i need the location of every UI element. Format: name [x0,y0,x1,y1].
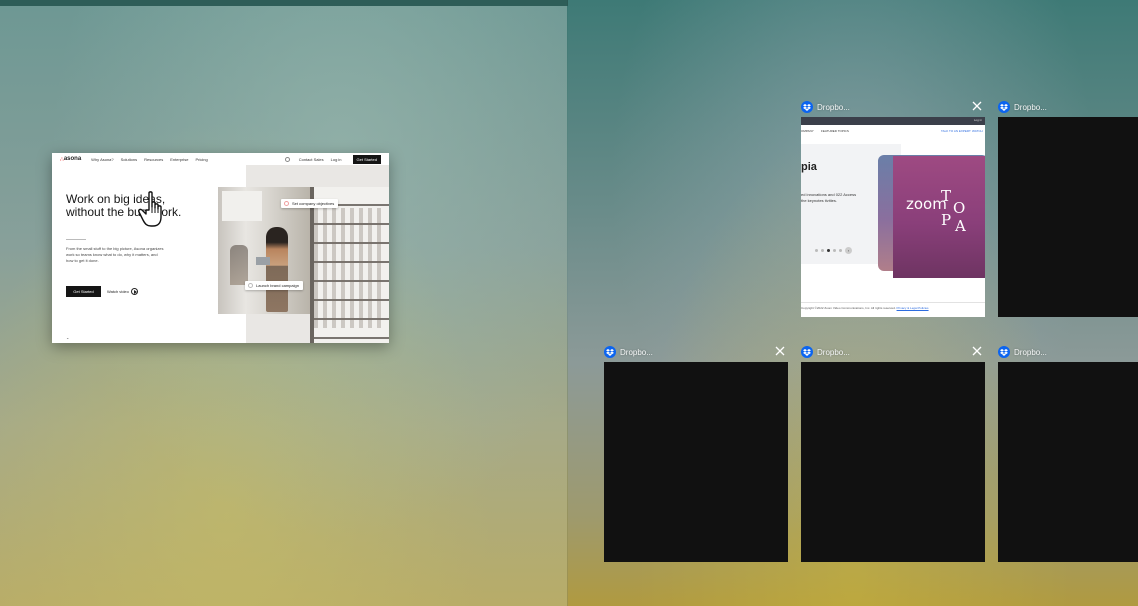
asona-logo-icon: ∴ [60,156,64,163]
zoom-nav-company[interactable]: OMPANY [801,129,814,133]
headline-rule [66,239,86,240]
window-header: Dropbo... [998,99,1138,115]
zoom-footer-divider [801,302,985,303]
carousel-dot[interactable] [839,249,842,252]
close-icon[interactable] [971,345,983,357]
get-started-button[interactable]: Get Started [66,286,101,297]
carousel-dot-active[interactable] [827,249,830,252]
window-title: Dropbo... [620,347,653,357]
shelf-items [314,208,384,328]
campaign-tag: Launch brand campaign [245,281,303,290]
watch-video-link[interactable]: Watch video [107,288,138,295]
dropbox-icon [801,101,813,113]
window-header: Dropbo... [998,344,1138,360]
window-title: Dropbo... [817,347,850,357]
dropbox-icon [998,101,1010,113]
photo-window [222,191,262,221]
carousel-dot[interactable] [833,249,836,252]
zoom-page-preview[interactable]: Log in OMPANY FEATURED TOPICS TALK TO AN… [801,117,985,317]
window-header: Dropbo... [604,344,788,360]
photo-laptop [256,257,270,265]
dropbox-icon [604,346,616,358]
nav-pricing[interactable]: Pricing [195,157,207,162]
window-header: Dropbo... [801,344,985,360]
dropbox-window-2[interactable]: Dropbo... [998,99,1138,317]
objective-tag: Set company objectives [281,199,339,208]
zoom-nav-featured[interactable]: FEATURED TOPICS [821,129,849,133]
asona-paragraph: From the small stuff to the big picture,… [66,246,164,263]
asona-window-preview[interactable]: ∴ asona Why Asona? Solutions Resources E… [52,153,389,343]
window-header: Dropbo... [801,99,985,115]
globe-icon[interactable] [284,156,290,162]
tag-check-icon [284,201,289,206]
zoom-nav-watch[interactable]: WATCH [972,129,983,133]
dropbox-icon [801,346,813,358]
nav-right-group: Contact Sales Log in Get Started [284,154,381,164]
carousel-dots: › [815,247,852,254]
zoom-top-bar [801,117,985,125]
nav-log-in[interactable]: Log in [331,157,342,162]
carousel-dot[interactable] [821,249,824,252]
dropbox-window-1[interactable]: Dropbo... Log in OMPANY FEATURED TOPICS … [801,99,985,317]
close-icon[interactable] [774,345,786,357]
zoom-footer: Copyright ©2022 Zoom Video Communication… [801,306,929,310]
nav-contact-sales[interactable]: Contact Sales [299,157,324,162]
zoom-heading: pia [801,161,817,173]
zoom-nav-expert[interactable]: TALK TO AN EXPERT [941,129,971,133]
nav-solutions[interactable]: Solutions [121,157,137,162]
nav-get-started-button[interactable]: Get Started [352,154,381,164]
window-content[interactable] [998,362,1138,562]
window-title: Dropbo... [1014,102,1047,112]
window-title: Dropbo... [817,102,850,112]
shelf-post [310,187,314,343]
window-content[interactable] [801,362,985,562]
photo-background-people [230,245,248,285]
nav-enterprise[interactable]: Enterprise [170,157,188,162]
tag-check-icon [248,283,253,288]
window-title: Dropbo... [1014,347,1047,357]
zoom-nav: OMPANY FEATURED TOPICS TALK TO AN EXPERT… [801,129,985,137]
asona-logo[interactable]: ∴ asona [60,156,81,163]
zoom-card [893,156,985,278]
dropbox-icon [998,346,1010,358]
scroll-hint: ⌄ [66,335,70,340]
window-content[interactable] [998,117,1138,317]
dropbox-window-3[interactable]: Dropbo... [604,344,788,562]
window-content[interactable] [604,362,788,562]
dropbox-window-5[interactable]: Dropbo... [998,344,1138,562]
play-icon [130,288,138,295]
nav-resources[interactable]: Resources [144,157,163,162]
asona-navbar: ∴ asona Why Asona? Solutions Resources E… [52,153,389,165]
hand-pointer-cursor-icon [138,191,162,227]
nav-why-asona[interactable]: Why Asona? [91,157,113,162]
zoom-login-link[interactable]: Log in [974,118,982,122]
zoom-footer-link[interactable]: Privacy & Legal Policies [897,306,929,310]
dropbox-window-4[interactable]: Dropbo... [801,344,985,562]
zoom-paragraph: ed innovations and 022 Access the keynot… [801,192,857,203]
carousel-next-icon[interactable]: › [845,247,852,254]
carousel-dot[interactable] [815,249,818,252]
close-icon[interactable] [971,100,983,112]
photo-person [266,227,288,312]
